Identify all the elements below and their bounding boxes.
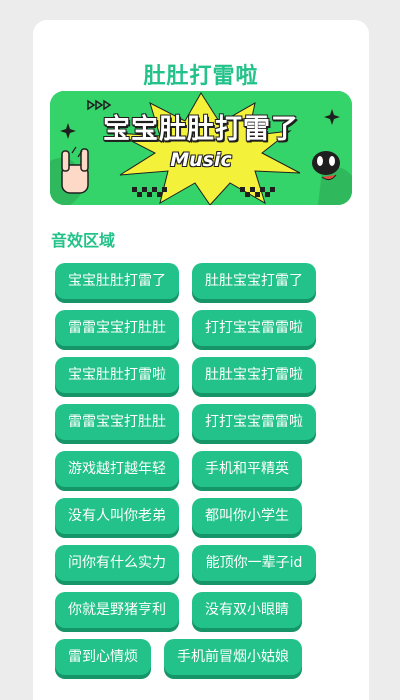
banner-title: 宝宝肚肚打雷了 (103, 114, 299, 145)
sound-button[interactable]: 打打宝宝雷雷啦 (192, 404, 316, 440)
main-card: 肚肚打雷啦 宝宝肚肚打雷了 Music 音效区域 宝宝肚肚打雷了 肚肚宝宝打雷了… (33, 20, 369, 700)
sound-button[interactable]: 问你有什么实力 (55, 545, 179, 581)
sound-button[interactable]: 都叫你小学生 (192, 498, 302, 534)
sound-button[interactable]: 宝宝肚肚打雷啦 (55, 357, 179, 393)
sound-button[interactable]: 没有双小眼睛 (192, 592, 302, 628)
sound-button[interactable]: 手机前冒烟小姑娘 (164, 639, 302, 675)
sound-button[interactable]: 雷雷宝宝打肚肚 (55, 404, 179, 440)
sound-button[interactable]: 打打宝宝雷雷啦 (192, 310, 316, 346)
sound-button[interactable]: 肚肚宝宝打雷啦 (192, 357, 316, 393)
sound-button[interactable]: 手机和平精英 (192, 451, 302, 487)
sound-button[interactable]: 你就是野猪亨利 (55, 592, 179, 628)
sound-button[interactable]: 雷到心情烦 (55, 639, 151, 675)
sound-button[interactable]: 能顶你一辈子id (192, 545, 316, 581)
sound-button[interactable]: 宝宝肚肚打雷了 (55, 263, 179, 299)
page-title: 肚肚打雷啦 (143, 64, 259, 89)
sound-button[interactable]: 肚肚宝宝打雷了 (192, 263, 316, 299)
banner-subtitle: Music (170, 149, 232, 171)
banner-image: 宝宝肚肚打雷了 Music (50, 91, 352, 205)
sound-button[interactable]: 雷雷宝宝打肚肚 (55, 310, 179, 346)
section-title: 音效区域 (51, 231, 116, 250)
sound-button[interactable]: 没有人叫你老弟 (55, 498, 179, 534)
sound-button[interactable]: 游戏越打越年轻 (55, 451, 179, 487)
